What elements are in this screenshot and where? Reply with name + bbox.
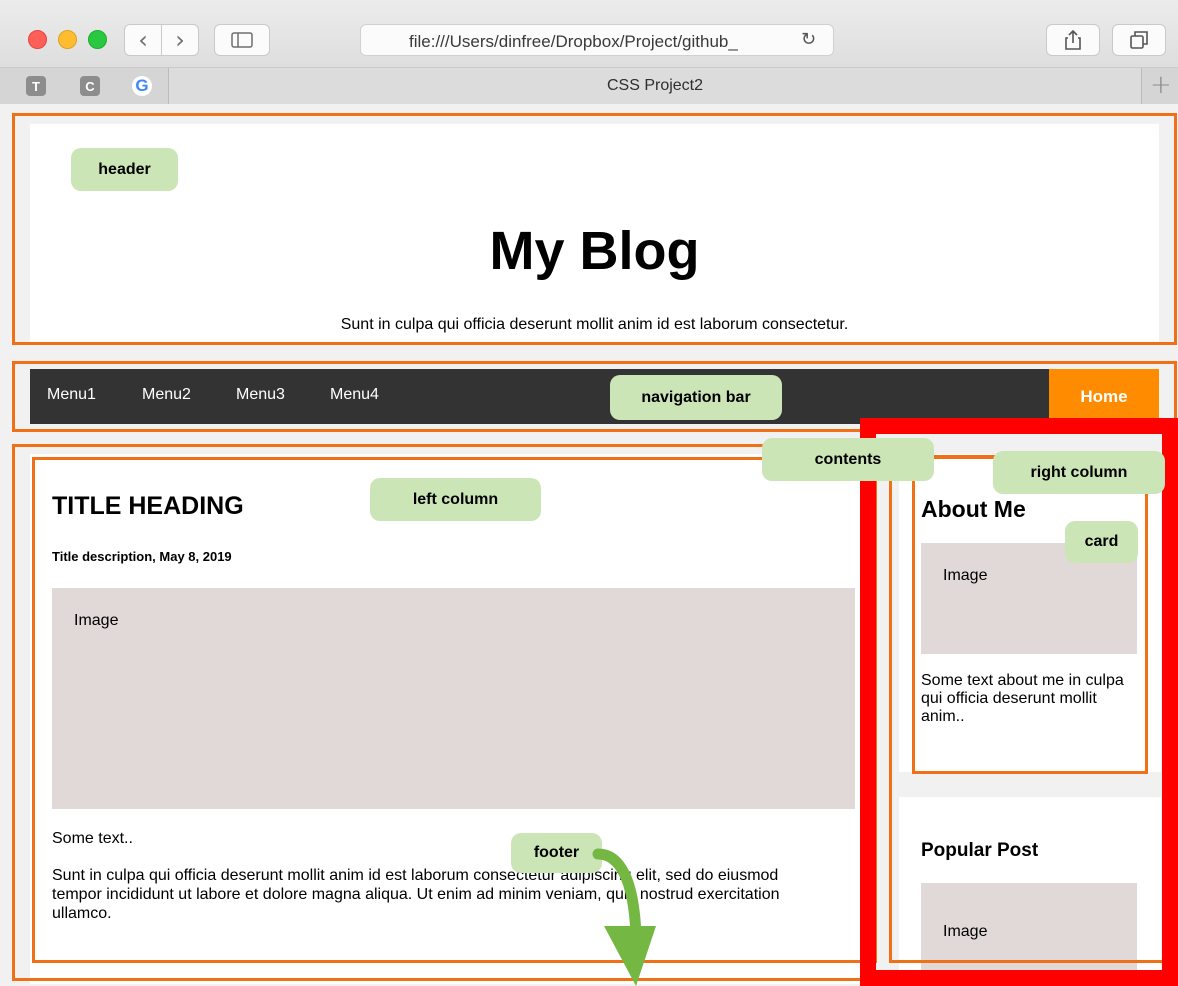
- new-tab-button[interactable]: +: [1150, 70, 1172, 100]
- annotation-header-label: header: [71, 148, 178, 191]
- google-icon[interactable]: G: [132, 76, 152, 96]
- back-button[interactable]: ‹: [124, 24, 162, 56]
- tab-overview-button[interactable]: [1112, 24, 1166, 56]
- post-description: Title description, May 8, 2019: [52, 549, 232, 564]
- navigation-bar: Menu1 Menu2 Menu3 Menu4 Home: [30, 369, 1159, 424]
- browser-window-chrome: ‹ › file:///Users/dinfree/Dropbox/Projec…: [0, 0, 1178, 104]
- browser-toolbar: ‹ › file:///Users/dinfree/Dropbox/Projec…: [0, 0, 1178, 68]
- zoom-window-button[interactable]: [88, 30, 107, 49]
- left-column: TITLE HEADING Title description, May 8, …: [30, 454, 868, 984]
- annotation-card-label: card: [1065, 521, 1138, 563]
- chevron-left-icon: ‹: [138, 26, 148, 54]
- minimize-window-button[interactable]: [58, 30, 77, 49]
- image-label: Image: [74, 612, 119, 629]
- address-text: file:///Users/dinfree/Dropbox/Project/gi…: [409, 32, 738, 51]
- nav-home[interactable]: Home: [1049, 369, 1159, 424]
- about-me-text: Some text about me in culpa qui officia …: [921, 672, 1124, 725]
- about-me-card: About Me Image Some text about me in cul…: [899, 454, 1161, 772]
- close-window-button[interactable]: [28, 30, 47, 49]
- favorite-t[interactable]: T: [26, 76, 46, 96]
- annotation-right-column-label: right column: [993, 451, 1165, 494]
- annotation-left-column-label: left column: [370, 478, 541, 521]
- favorite-c[interactable]: C: [80, 76, 100, 96]
- image-label: Image: [943, 923, 988, 940]
- reload-icon[interactable]: ↻: [801, 29, 816, 50]
- sidebar-icon: [231, 32, 253, 48]
- popular-post-card: Popular Post Image: [899, 797, 1161, 986]
- tab-title: CSS Project2: [606, 77, 704, 94]
- post-title: TITLE HEADING: [52, 492, 244, 520]
- address-bar[interactable]: file:///Users/dinfree/Dropbox/Project/gi…: [360, 24, 834, 56]
- nav-menu3[interactable]: Menu3: [236, 386, 285, 404]
- nav-menu2[interactable]: Menu2: [142, 386, 191, 404]
- about-me-title: About Me: [921, 496, 1026, 522]
- nav-menu1[interactable]: Menu1: [47, 386, 96, 404]
- popular-post-title: Popular Post: [921, 840, 1039, 861]
- blog-subtitle: Sunt in culpa qui officia deserunt molli…: [340, 316, 849, 333]
- chevron-right-icon: ›: [175, 26, 185, 54]
- blog-header: My Blog Sunt in culpa qui officia deseru…: [30, 124, 1159, 344]
- annotation-footer-label: footer: [511, 833, 602, 873]
- tab-css-project2[interactable]: CSS Project2: [168, 68, 1142, 104]
- post-intro: Some text..: [52, 830, 133, 847]
- sidebar-toggle-button[interactable]: [214, 24, 270, 56]
- popular-image-placeholder: Image: [921, 883, 1137, 986]
- forward-button[interactable]: ›: [161, 24, 199, 56]
- annotation-navigation-bar-label: navigation bar: [610, 375, 782, 420]
- share-button[interactable]: [1046, 24, 1100, 56]
- share-icon: [1065, 29, 1081, 50]
- nav-menu4[interactable]: Menu4: [330, 386, 379, 404]
- post-image-placeholder: Image: [52, 588, 855, 809]
- annotation-contents-label: contents: [762, 438, 934, 481]
- image-label: Image: [943, 567, 988, 584]
- tabs-overview-icon: [1130, 31, 1148, 49]
- post-body: Sunt in culpa qui officia deserunt molli…: [52, 867, 780, 922]
- blog-title: My Blog: [489, 221, 700, 281]
